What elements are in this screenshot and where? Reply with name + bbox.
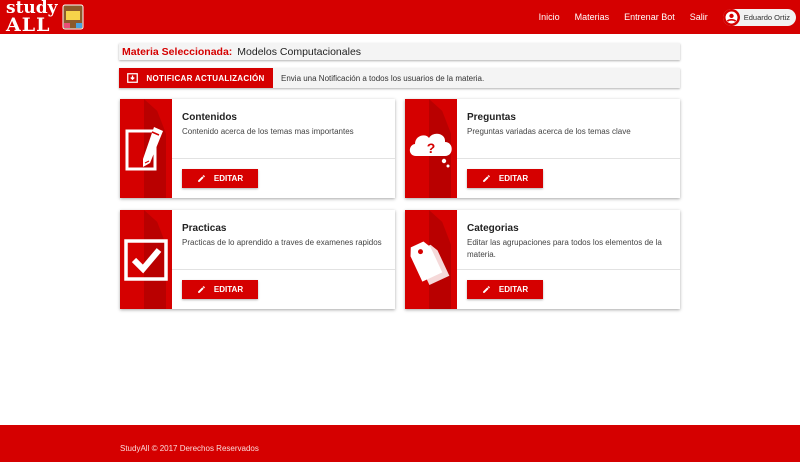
card-description: Editar las agrupaciones para todos los e…	[467, 238, 662, 259]
question-cloud-icon: ?	[409, 133, 452, 167]
notify-update-label: NOTIFICAR ACTUALIZACIÓN	[146, 73, 265, 83]
footer-copyright: StudyAll © 2017 Derechos Reservados	[120, 444, 259, 453]
card-side-panel: ?	[405, 99, 457, 198]
edit-categorias-button[interactable]: EDITAR	[467, 280, 543, 299]
card-title: Contenidos	[182, 112, 237, 123]
user-chip[interactable]: Eduardo Ortiz	[722, 8, 796, 26]
card-side-panel	[120, 99, 172, 198]
card-title: Categorias	[467, 223, 519, 234]
selected-subject-bar: Materia Seleccionada: Modelos Computacio…	[119, 43, 680, 60]
card-description: Practicas de lo aprendido a traves de ex…	[182, 238, 382, 247]
selected-subject-value: Modelos Computacionales	[237, 45, 362, 58]
notify-bar: NOTIFICAR ACTUALIZACIÓN Envia una Notifi…	[119, 68, 680, 88]
nav-link-inicio[interactable]: Inicio	[539, 12, 560, 22]
nav-menu: Inicio Materias Entrenar Bot Salir Eduar…	[539, 0, 800, 34]
card-divider	[172, 158, 395, 159]
card-categorias: Categorias Editar las agrupaciones para …	[405, 210, 680, 309]
tags-icon	[410, 240, 450, 285]
edit-preguntas-button[interactable]: EDITAR	[467, 169, 543, 188]
card-title: Preguntas	[467, 112, 516, 123]
card-divider	[457, 269, 680, 270]
notification-icon	[127, 73, 139, 83]
card-description: Preguntas variadas acerca de los temas c…	[467, 127, 631, 136]
edit-button-label: EDITAR	[213, 174, 244, 183]
studyall-logo[interactable]: study ALL	[4, 0, 90, 36]
pencil-icon	[198, 286, 205, 293]
logo-line-2: ALL	[6, 14, 51, 36]
document-pencil-icon	[125, 126, 163, 170]
edit-button-label: EDITAR	[498, 174, 529, 183]
svg-text:?: ?	[427, 140, 436, 156]
card-divider	[172, 269, 395, 270]
edit-practicas-button[interactable]: EDITAR	[182, 280, 258, 299]
notify-description: Envia una Notificación a todos los usuar…	[281, 73, 485, 83]
pencil-icon	[198, 175, 205, 182]
card-side-panel	[405, 210, 457, 309]
logo-text: study ALL	[6, 0, 58, 36]
card-preguntas: ? Preguntas Preguntas variadas acerca de…	[405, 99, 680, 198]
edit-button-label: EDITAR	[498, 285, 529, 294]
card-practicas: Practicas Practicas de lo aprendido a tr…	[120, 210, 395, 309]
card-description: Contenido acerca de los temas mas import…	[182, 127, 354, 136]
user-name: Eduardo Ortiz	[743, 12, 790, 22]
notify-update-button[interactable]: NOTIFICAR ACTUALIZACIÓN	[119, 68, 273, 88]
checkbox-icon	[124, 238, 168, 281]
card-title: Practicas	[182, 223, 227, 234]
user-avatar-icon	[722, 8, 740, 26]
selected-subject-label: Materia Seleccionada:	[122, 45, 233, 58]
nav-link-salir[interactable]: Salir	[690, 12, 708, 22]
card-side-panel	[120, 210, 172, 309]
footer: StudyAll © 2017 Derechos Reservados	[0, 425, 800, 462]
nav-link-materias[interactable]: Materias	[575, 12, 610, 22]
card-contenidos: Contenidos Contenido acerca de los temas…	[120, 99, 395, 198]
pencil-icon	[483, 286, 490, 293]
logo-book-icon	[62, 4, 84, 30]
pencil-icon	[483, 175, 490, 182]
top-navbar: study ALL Inicio Materias Entrenar Bot S…	[0, 0, 800, 36]
edit-contenidos-button[interactable]: EDITAR	[182, 169, 258, 188]
card-divider	[457, 158, 680, 159]
edit-button-label: EDITAR	[213, 285, 244, 294]
nav-link-entrenar-bot[interactable]: Entrenar Bot	[624, 12, 675, 22]
